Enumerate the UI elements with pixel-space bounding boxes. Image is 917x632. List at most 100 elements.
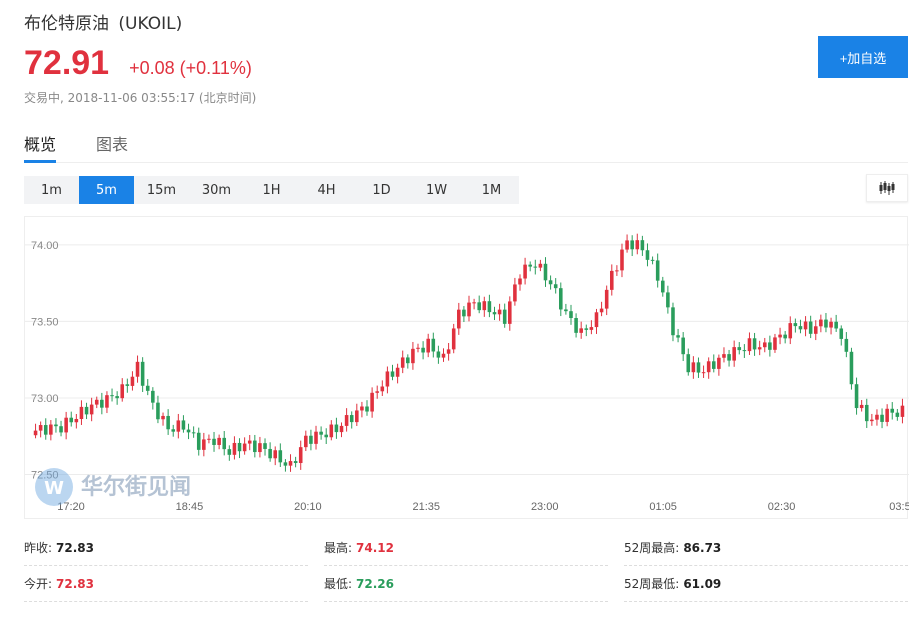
interval-5m[interactable]: 5m [79, 176, 134, 204]
candle-body [645, 250, 650, 260]
candle-body [890, 408, 895, 413]
candle-body [635, 240, 640, 250]
interval-15m[interactable]: 15m [134, 176, 189, 204]
candle-body [768, 342, 772, 350]
candle-body [660, 280, 665, 293]
candle-body [283, 462, 288, 466]
candle-body [900, 405, 905, 417]
stat-value: 72.83 [56, 576, 95, 591]
candle-body [151, 390, 155, 403]
interval-1w[interactable]: 1W [409, 176, 464, 204]
candle-body [895, 412, 900, 417]
candle-body [640, 240, 645, 251]
candle-body [94, 399, 99, 405]
candle-body [54, 424, 58, 427]
candle-body [74, 419, 79, 423]
candle-body [655, 260, 660, 281]
interval-1mo[interactable]: 1M [464, 176, 519, 204]
interval-1h[interactable]: 1H [244, 176, 299, 204]
candle-body [650, 259, 655, 261]
candle-body [196, 432, 201, 450]
candlestick-icon [879, 181, 895, 195]
chart-type-button[interactable] [866, 174, 908, 202]
candle-body [319, 431, 323, 435]
candle-body [115, 396, 119, 399]
tab-chart[interactable]: 图表 [96, 128, 128, 163]
candle-body [273, 450, 278, 459]
candle-body [365, 406, 369, 412]
candle-body [441, 353, 446, 358]
candle-body [747, 338, 752, 352]
candle-body [798, 326, 803, 330]
candle-body [584, 328, 589, 330]
candle-body [457, 309, 461, 329]
interval-4h[interactable]: 4H [299, 176, 354, 204]
candle-body [59, 426, 63, 433]
candle-body [472, 302, 476, 304]
watermark-text: 华尔街见闻 [81, 474, 191, 500]
candle-body [309, 435, 313, 444]
candle-body [304, 435, 308, 448]
candle-body [421, 347, 425, 353]
candle-body [885, 408, 889, 422]
candle-body [844, 338, 849, 352]
candle-body [33, 430, 38, 436]
add-watchlist-button[interactable]: +加自选 [818, 36, 908, 78]
candle-body [548, 280, 553, 285]
candle-body [349, 415, 354, 423]
stat-prev-close: 昨收: 72.83 [24, 530, 308, 566]
candle-body [217, 437, 221, 445]
candle-body [64, 417, 68, 433]
candle-body [757, 347, 762, 350]
candle-body [176, 420, 181, 432]
stat-label: 今开: [24, 577, 53, 591]
candle-body [156, 402, 160, 420]
candle-body [202, 439, 206, 450]
candle-body [105, 395, 109, 408]
candle-body [232, 442, 237, 455]
candle-body [854, 384, 859, 409]
candle-body [808, 321, 813, 334]
candle-body [38, 425, 43, 431]
candle-body [497, 309, 502, 315]
candle-body [467, 302, 471, 317]
candle-body [574, 318, 578, 333]
price-row: 72.91 +0.08 (+0.11%) [24, 44, 252, 83]
candle-body [390, 371, 395, 377]
candle-body [727, 354, 731, 361]
candle-body [742, 350, 747, 352]
price-chart[interactable]: 74.0073.5073.0072.5017:2018:4520:1021:35… [24, 216, 909, 519]
candle-body [416, 347, 420, 349]
candle-body [212, 438, 216, 445]
candle-body [533, 266, 538, 268]
candle-body [79, 406, 84, 420]
candle-body [355, 410, 359, 423]
candle-body [298, 447, 303, 464]
candle-body [395, 367, 400, 377]
interval-1m[interactable]: 1m [24, 176, 79, 204]
candle-body [630, 240, 634, 250]
interval-30m[interactable]: 30m [189, 176, 244, 204]
candle-body [513, 284, 517, 302]
candle-body [207, 438, 211, 440]
candle-body [569, 311, 573, 319]
x-tick-label: 18:45 [176, 501, 204, 513]
y-tick-label: 74.00 [31, 240, 59, 252]
instrument-name: 布伦特原油 [24, 14, 109, 34]
stat-low: 最低: 72.26 [324, 566, 608, 602]
candle-body [482, 301, 487, 311]
candle-body [839, 328, 844, 339]
candle-body [89, 404, 94, 415]
tab-overview[interactable]: 概览 [24, 128, 57, 163]
candle-body [411, 348, 415, 364]
interval-1d[interactable]: 1D [354, 176, 409, 204]
candle-body [69, 417, 74, 423]
price-change: +0.08 (+0.11%) [129, 58, 252, 78]
candle-body [263, 443, 267, 449]
candle-body [615, 270, 619, 272]
candle-body [242, 443, 247, 452]
stat-value: 72.26 [356, 576, 395, 591]
candle-body [492, 312, 497, 315]
candle-body [553, 284, 558, 289]
stat-value: 61.09 [683, 576, 722, 591]
